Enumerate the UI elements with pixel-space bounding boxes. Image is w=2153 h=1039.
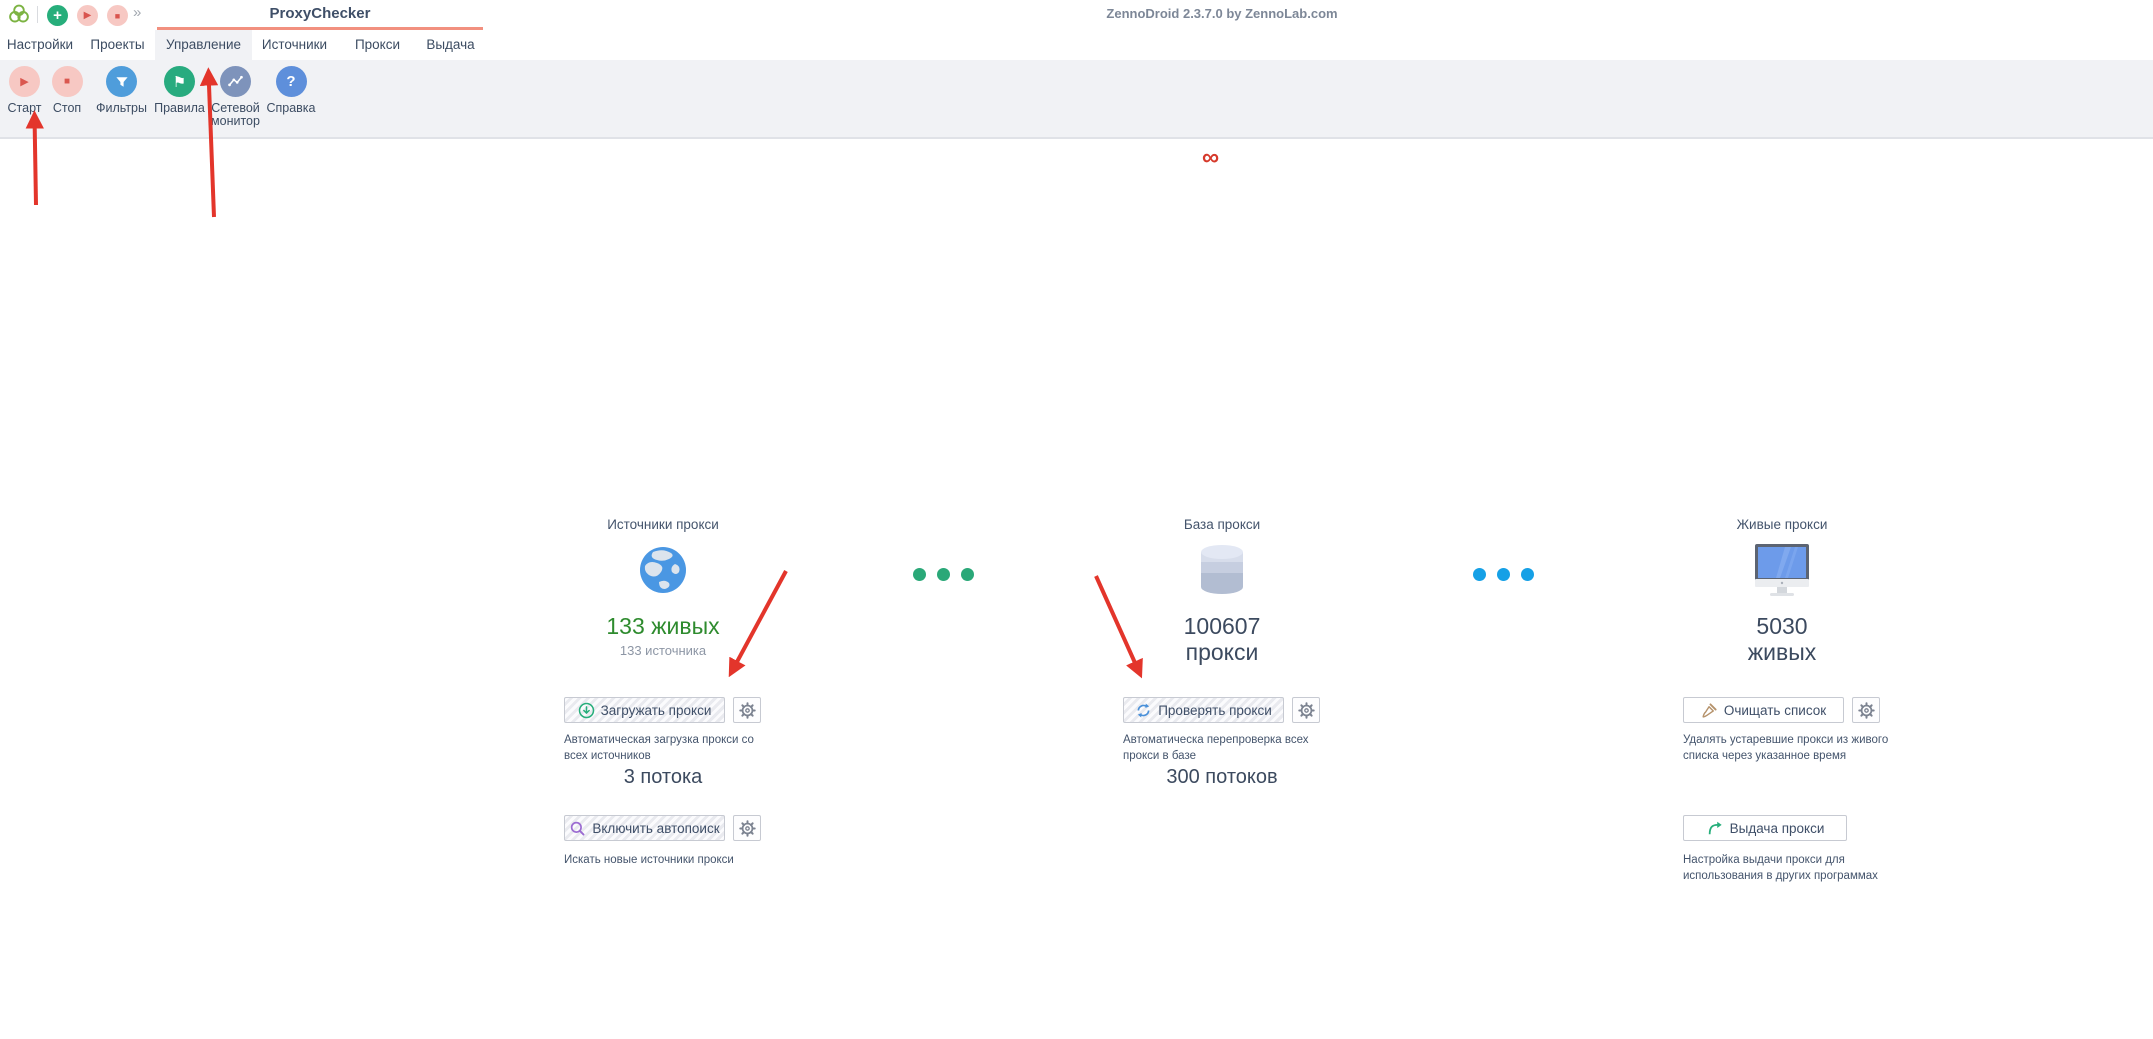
flow-dot-blue [1497, 568, 1510, 581]
live-title: Живые прокси [1642, 517, 1922, 532]
window-title: ZennoDroid 2.3.7.0 by ZennoLab.com [1072, 6, 1372, 21]
help-button[interactable]: ? Справка [262, 66, 320, 115]
flow-dot-green [913, 568, 926, 581]
rules-button[interactable]: ⚑ Правила [152, 66, 207, 115]
autosearch-settings-button[interactable] [733, 815, 761, 841]
check-proxies-settings-button[interactable] [1292, 697, 1320, 723]
check-proxies-button[interactable]: Проверять прокси [1123, 697, 1284, 723]
quick-add-button[interactable]: + [47, 5, 68, 26]
gear-icon [1857, 701, 1876, 720]
live-count-label: живых [1642, 639, 1922, 666]
tab-sources[interactable]: Источники [252, 30, 337, 60]
proxy-output-button[interactable]: Выдача прокси [1683, 815, 1847, 841]
quick-start-button[interactable]: ▶ [77, 5, 98, 26]
dashboard: ∞ Источники прокси 133 ж [0, 139, 2153, 1039]
network-monitor-button[interactable]: Сетевой монитор [208, 66, 263, 128]
ribbon-toolbar: ▶ Старт ■ Стоп Фильтры ⚑ Правила [0, 60, 2153, 139]
loop-infinity-symbol: ∞ [1202, 146, 1219, 170]
sources-live-count: 133 живых [523, 613, 803, 640]
download-icon [578, 702, 595, 719]
tab-output[interactable]: Выдача [418, 30, 483, 60]
filter-icon [106, 66, 137, 97]
autosearch-description: Искать новые источники прокси [564, 853, 779, 869]
gear-icon [738, 701, 757, 720]
sources-description: Автоматическая загрузка прокси со всех и… [564, 733, 779, 764]
live-column: Живые прокси 5030 живых [1642, 513, 1922, 923]
sources-threads: 3 потока [523, 766, 803, 789]
database-icon [1082, 541, 1362, 599]
flow-dot-blue [1473, 568, 1486, 581]
load-proxies-settings-button[interactable] [733, 697, 761, 723]
base-column: База прокси 100607 прокси [1082, 513, 1362, 923]
help-icon: ? [276, 66, 307, 97]
stop-button[interactable]: ■ Стоп [48, 66, 86, 115]
filters-button[interactable]: Фильтры [93, 66, 150, 115]
live-count: 5030 [1642, 613, 1922, 640]
sources-title: Источники прокси [523, 517, 803, 532]
load-proxies-button[interactable]: Загружать прокси [564, 697, 725, 723]
tab-management[interactable]: Управление [155, 30, 252, 60]
refresh-icon [1135, 702, 1152, 719]
clean-list-settings-button[interactable] [1852, 697, 1880, 723]
app-title: ProxyChecker [157, 5, 483, 22]
base-count-label: прокси [1082, 639, 1362, 666]
monitor-icon [1642, 541, 1922, 599]
tab-proxies[interactable]: Прокси [337, 30, 418, 60]
autosearch-button[interactable]: Включить автопоиск [564, 815, 725, 841]
stop-icon: ■ [52, 66, 83, 97]
brush-icon [1701, 702, 1718, 719]
play-icon: ▶ [9, 66, 40, 97]
title-bar: + ▶ ■ » ProxyChecker ZennoDroid 2.3.7.0 … [0, 0, 2153, 30]
proxy-output-description: Настройка выдачи прокси для использовани… [1683, 853, 1898, 884]
base-threads: 300 потоков [1082, 766, 1362, 789]
zennolab-logo-icon [8, 3, 30, 25]
proxychecker-window: + ▶ ■ » ProxyChecker ZennoDroid 2.3.7.0 … [0, 0, 2153, 1039]
flow-dot-blue [1521, 568, 1534, 581]
base-count: 100607 [1082, 613, 1362, 640]
base-title: База прокси [1082, 517, 1362, 532]
tab-projects[interactable]: Проекты [80, 30, 155, 60]
base-description: Автоматическа перепроверка всех прокси в… [1123, 733, 1338, 764]
globe-icon [523, 541, 803, 599]
sources-column: Источники прокси 133 живых 133 источника [523, 513, 803, 923]
titlebar-separator [37, 6, 38, 23]
toolbar-overflow-chevron-icon[interactable]: » [133, 4, 140, 21]
network-monitor-icon [220, 66, 251, 97]
gear-icon [738, 819, 757, 838]
tab-settings[interactable]: Настройки [0, 30, 80, 60]
clean-list-button[interactable]: Очищать список [1683, 697, 1844, 723]
flow-dot-green [937, 568, 950, 581]
flow-dot-green [961, 568, 974, 581]
gear-icon [1297, 701, 1316, 720]
quick-stop-button[interactable]: ■ [107, 5, 128, 26]
sources-total-count: 133 источника [523, 643, 803, 658]
start-button[interactable]: ▶ Старт [2, 66, 47, 115]
export-arrow-icon [1706, 820, 1724, 836]
clean-list-description: Удалять устаревшие прокси из живого спис… [1683, 733, 1898, 764]
autosearch-magnifier-icon [569, 820, 586, 837]
flag-icon: ⚑ [164, 66, 195, 97]
